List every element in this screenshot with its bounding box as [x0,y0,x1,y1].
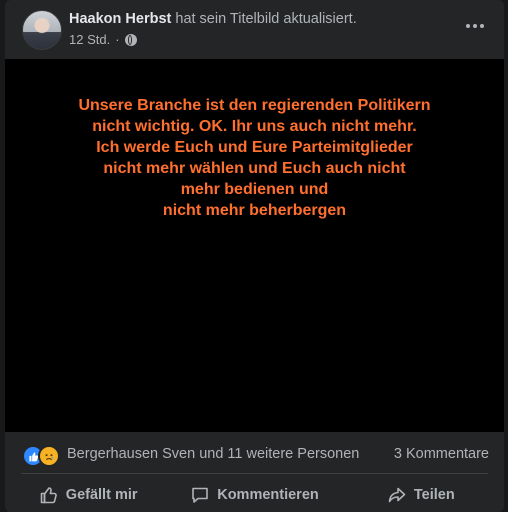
author-name[interactable]: Haakon Herbst [69,11,171,27]
dot-icon [473,24,477,28]
share-icon [388,487,406,503]
comment-button[interactable]: Kommentieren [171,478,337,512]
cover-text-line: nicht mehr wählen und Euch auch nicht [103,160,406,177]
sad-reaction-icon [38,445,60,467]
author-avatar[interactable] [22,10,62,50]
reaction-icons[interactable] [22,443,66,467]
comment-label: Kommentieren [217,487,319,503]
post-action-text: hat sein Titelbild aktualisiert. [175,11,357,27]
author-line: Haakon Herbst hat sein Titelbild aktuali… [69,11,357,27]
cover-photo[interactable]: Unsere Branche ist den regierenden Polit… [5,59,504,432]
post-card: Haakon Herbst hat sein Titelbild aktuali… [5,0,504,512]
thumbs-up-icon [40,487,57,504]
post-meta: 12 Std. · [69,32,137,47]
globe-icon[interactable] [124,33,137,46]
cover-text-line: Ich werde Euch und Eure Parteimitglieder [96,139,413,156]
comments-count[interactable]: 3 Kommentare [394,446,489,462]
dot-icon [480,24,484,28]
post-time[interactable]: 12 Std. [69,32,110,47]
cover-text-line: nicht mehr beherbergen [162,202,347,219]
share-button[interactable]: Teilen [338,478,504,512]
more-options-button[interactable] [460,14,490,38]
dot-icon [466,24,470,28]
meta-separator: · [115,32,120,47]
reactions-summary[interactable]: Bergerhausen Sven und 11 weitere Persone… [67,446,359,462]
like-label: Gefällt mir [65,487,138,503]
cover-text-line: mehr bedienen und [180,181,329,198]
comment-icon [192,487,209,503]
share-label: Teilen [413,487,455,503]
cover-text-line: Unsere Branche ist den regierenden Polit… [78,97,431,114]
cover-text-line: nicht wichtig. OK. Ihr uns auch nicht me… [92,118,417,135]
divider [21,473,488,474]
post-actions: Gefällt mir Kommentieren Teilen [5,478,504,512]
cover-text: Unsere Branche ist den regierenden Polit… [5,95,504,221]
like-button[interactable]: Gefällt mir [5,478,171,512]
post-header: Haakon Herbst hat sein Titelbild aktuali… [5,0,504,58]
post-stats: Bergerhausen Sven und 11 weitere Persone… [5,436,504,472]
